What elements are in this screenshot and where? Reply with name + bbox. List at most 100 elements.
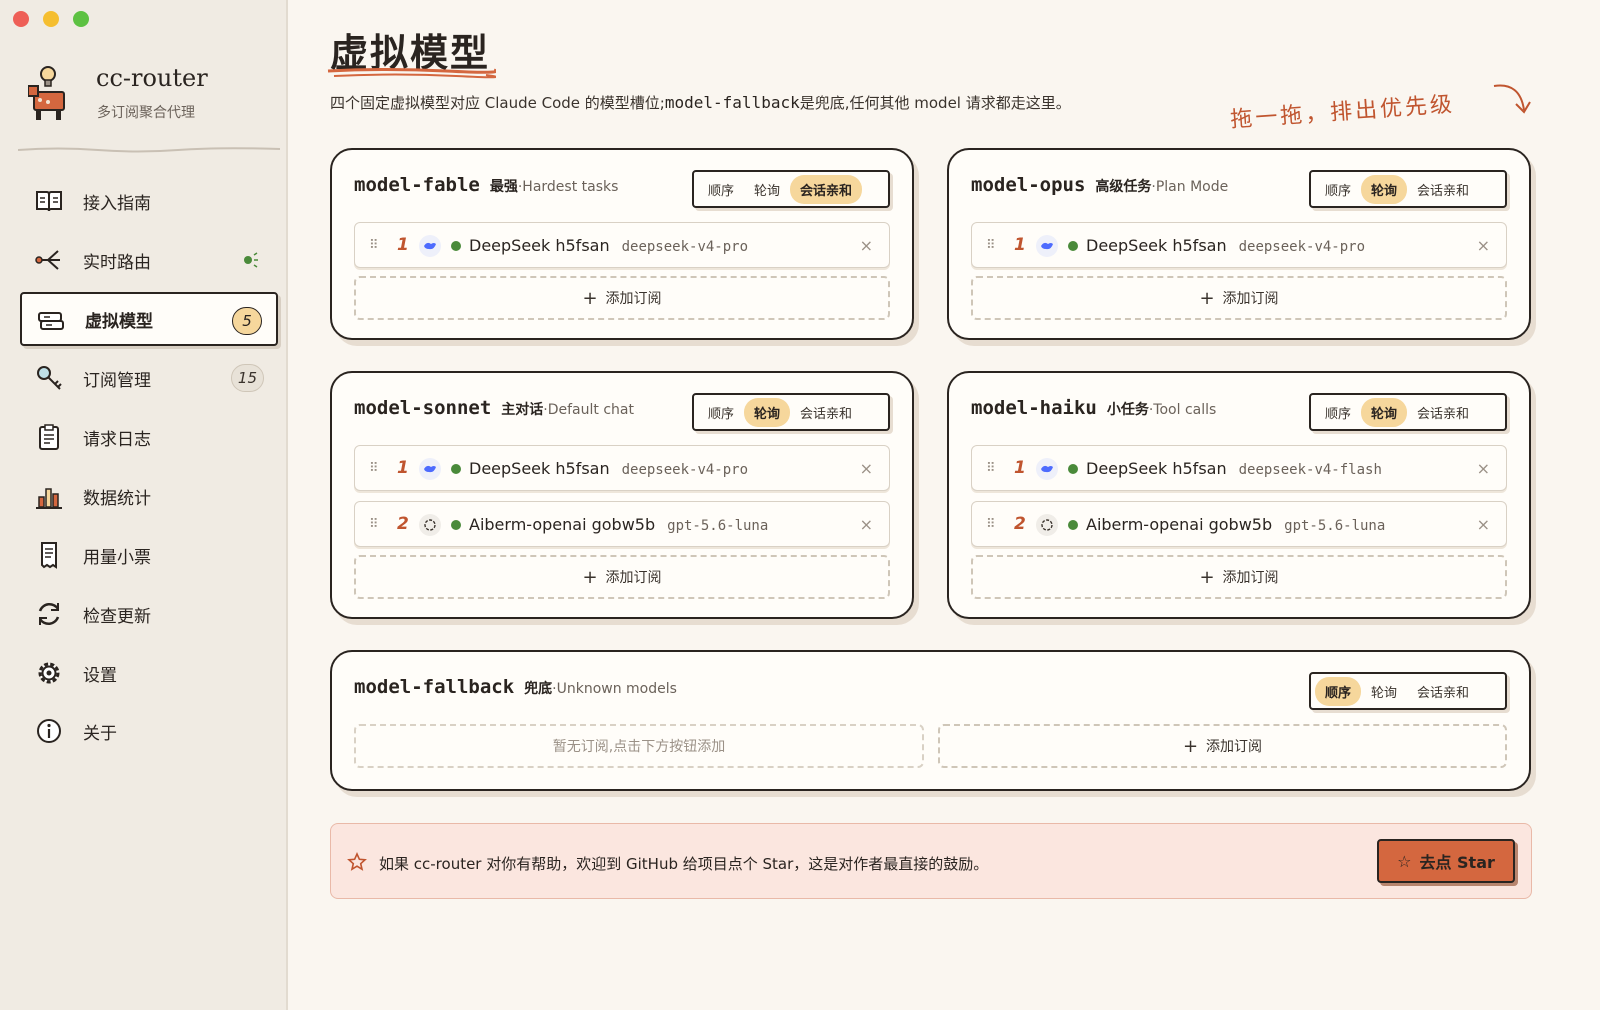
sidebar-item-subscriptions[interactable]: 订阅管理 15 [20,351,278,405]
deepseek-icon [1036,458,1058,480]
strategy-option-session-affinity[interactable]: 会话亲和 [1407,175,1479,204]
window-close-button[interactable] [13,11,29,27]
strategy-option-sequential[interactable]: 顺序 [1315,398,1361,427]
route-icon [35,250,60,270]
clipboard-icon [39,424,59,450]
subscription-row[interactable]: ⠿ 1 DeepSeek h5fsan deepseek-v4-flash × [971,445,1507,491]
strategy-option-round-robin[interactable]: 轮询 [1361,397,1408,427]
live-status-icon [244,252,258,268]
go-star-button[interactable]: ☆ 去点 Star [1377,839,1515,883]
deepseek-icon [1036,235,1058,257]
strategy-option-round-robin[interactable]: 轮询 [744,175,790,204]
model-name: model-sonnet [354,397,492,419]
upstream-model: gpt-5.6-luna [667,517,769,534]
sidebar-item-guide[interactable]: 接入指南 [20,174,278,228]
priority-number: 1 [1014,235,1026,255]
drag-handle-icon[interactable]: ⠿ [369,461,378,476]
strategy-option-session-affinity[interactable]: 会话亲和 [1407,677,1479,706]
strategy-option-sequential[interactable]: 顺序 [698,175,744,204]
remove-icon[interactable]: × [860,515,873,534]
key-icon [37,366,62,390]
model-tag: 小任务 [1106,402,1149,418]
strategy-selector: 顺序 轮询 会话亲和 [692,170,890,208]
subscription-row[interactable]: ⠿ 1 DeepSeek h5fsan deepseek-v4-pro × [354,445,890,491]
bar-chart-icon [36,488,62,509]
sidebar-divider [18,147,280,153]
add-subscription-button[interactable]: + 添加订阅 [971,555,1507,599]
add-subscription-button[interactable]: + 添加订阅 [971,276,1507,320]
online-status-dot [1068,464,1078,474]
strategy-option-session-affinity[interactable]: 会话亲和 [1407,398,1479,427]
remove-icon[interactable]: × [1477,515,1490,534]
priority-number: 1 [397,235,409,255]
sidebar-item-label: 用量小票 [83,547,151,568]
subscription-row[interactable]: ⠿ 2 Aiberm-openai gobw5b gpt-5.6-luna × [971,501,1507,547]
subscription-row[interactable]: ⠿ 2 Aiberm-openai gobw5b gpt-5.6-luna × [354,501,890,547]
drag-handle-icon[interactable]: ⠿ [369,238,378,253]
page-description: 四个固定虚拟模型对应 Claude Code 的模型槽位;model-fallb… [330,93,1071,112]
plus-icon: + [582,287,598,309]
strategy-option-round-robin[interactable]: 轮询 [744,397,791,427]
remove-icon[interactable]: × [1477,236,1490,255]
strategy-option-sequential[interactable]: 顺序 [698,398,744,427]
plus-icon: + [1199,566,1215,588]
remove-icon[interactable]: × [860,459,873,478]
online-status-dot [451,464,461,474]
sidebar-item-settings[interactable]: 设置 [20,646,278,700]
sidebar-item-live-routing[interactable]: 实时路由 [20,233,278,287]
subscription-row[interactable]: ⠿ 1 DeepSeek h5fsan deepseek-v4-pro × [971,222,1507,268]
drag-handle-icon[interactable]: ⠿ [369,517,378,532]
add-subscription-button[interactable]: + 添加订阅 [354,555,890,599]
upstream-model: gpt-5.6-luna [1284,517,1386,534]
remove-icon[interactable]: × [1477,459,1490,478]
strategy-option-sequential[interactable]: 顺序 [1315,175,1361,204]
strategy-option-round-robin[interactable]: 轮询 [1361,174,1408,204]
plus-icon: + [582,566,598,588]
upstream-model: deepseek-v4-pro [621,238,749,255]
online-status-dot [1068,520,1078,530]
model-name: model-opus [971,174,1086,196]
window-minimize-button[interactable] [43,11,59,27]
subscription-name: DeepSeek h5fsan [469,235,610,255]
window-zoom-button[interactable] [73,11,89,27]
priority-number: 2 [397,514,409,534]
sidebar-item-check-update[interactable]: 检查更新 [20,587,278,641]
sidebar-item-statistics[interactable]: 数据统计 [20,469,278,523]
model-name: model-haiku [971,397,1097,419]
sidebar-item-label: 请求日志 [83,429,151,450]
sidebar-item-label: 订阅管理 [83,370,151,391]
model-tag: 高级任务 [1095,179,1152,195]
model-card-opus: model-opus 高级任务 ·Plan Mode 顺序 轮询 会话亲和 ⠿ … [947,148,1531,340]
sidebar-item-label: 设置 [83,665,117,686]
model-tag-en: ·Hardest tasks [517,179,619,195]
drag-handle-icon[interactable]: ⠿ [986,238,995,253]
strategy-option-session-affinity[interactable]: 会话亲和 [790,174,863,204]
strategy-selector: 顺序 轮询 会话亲和 [692,393,890,431]
drag-handle-icon[interactable]: ⠿ [986,461,995,476]
model-card-fallback: model-fallback 兜底 ·Unknown models 顺序 轮询 … [330,650,1531,791]
model-tag: 兜底 [524,681,553,697]
subscription-row[interactable]: ⠿ 1 DeepSeek h5fsan deepseek-v4-pro × [354,222,890,268]
model-tag-en: ·Tool calls [1148,402,1217,418]
add-subscription-button[interactable]: + 添加订阅 [354,276,890,320]
count-badge: 15 [230,364,264,392]
model-tag-en: ·Unknown models [552,681,677,697]
strategy-option-sequential[interactable]: 顺序 [1315,676,1362,706]
sidebar-item-usage-receipt[interactable]: 用量小票 [20,528,278,582]
sidebar-item-virtual-models[interactable]: 虚拟模型 5 [20,292,278,346]
sidebar-item-label: 检查更新 [83,606,151,627]
add-subscription-button[interactable]: + 添加订阅 [938,724,1507,768]
drag-handle-icon[interactable]: ⠿ [986,517,995,532]
model-name: model-fable [354,174,480,196]
sidebar-item-request-log[interactable]: 请求日志 [20,410,278,464]
sidebar-item-label: 接入指南 [83,193,151,214]
sidebar-item-about[interactable]: 关于 [20,704,278,758]
subscription-name: Aiberm-openai gobw5b [469,514,656,534]
priority-number: 1 [1014,458,1026,478]
strategy-option-round-robin[interactable]: 轮询 [1361,677,1407,706]
strategy-option-session-affinity[interactable]: 会话亲和 [790,398,862,427]
upstream-model: deepseek-v4-pro [1238,238,1366,255]
model-card-sonnet: model-sonnet 主对话 ·Default chat 顺序 轮询 会话亲… [330,371,914,619]
model-tag-en: ·Plan Mode [1151,179,1229,195]
remove-icon[interactable]: × [860,236,873,255]
